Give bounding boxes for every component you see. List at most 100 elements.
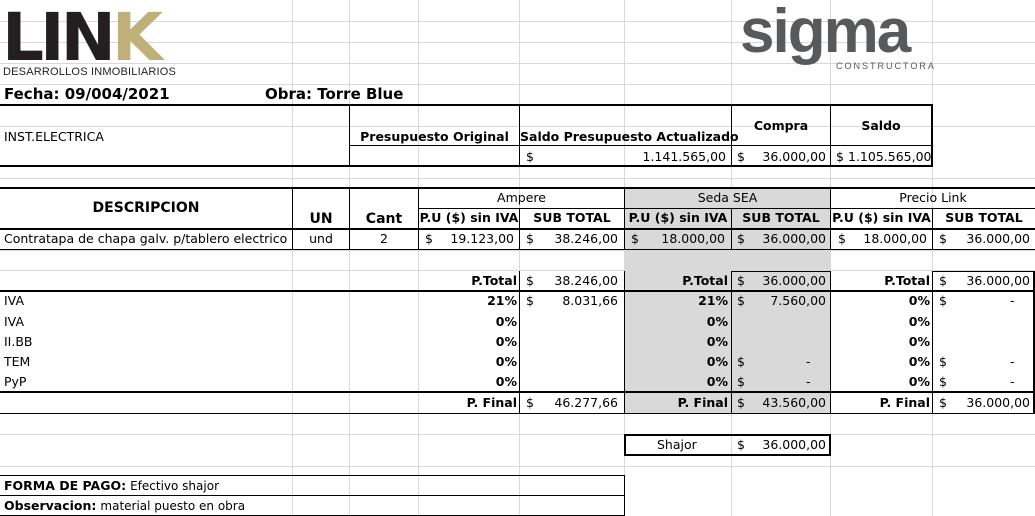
currency-symbol: $ <box>737 273 745 288</box>
observacion-label: Observacion: <box>4 498 97 513</box>
observacion-value: material puesto en obra <box>100 499 246 513</box>
presupuesto-original-header: Presupuesto Original <box>360 129 509 144</box>
seda-ptotal-label: P.Total <box>682 273 728 288</box>
seda-pct: 0% <box>706 334 728 349</box>
currency-symbol: $ <box>631 231 639 246</box>
currency-symbol: $ <box>425 231 433 246</box>
currency-symbol: $ <box>939 395 947 410</box>
sigma-logo-subtitle: CONSTRUCTORA <box>836 61 936 71</box>
link-logo: LINK <box>2 0 163 76</box>
currency-symbol: $ <box>737 374 745 389</box>
currency-symbol: $ <box>939 374 947 389</box>
subtotal-header: SUB TOTAL <box>533 210 611 225</box>
ampere-iva-amount: 8.031,66 <box>562 293 618 308</box>
seda-ptotal: 36.000,00 <box>762 273 826 288</box>
currency-symbol: $ <box>526 231 534 246</box>
ampere-ptotal: 38.246,00 <box>554 273 618 288</box>
forma-de-pago-label: FORMA DE PAGO: <box>4 478 127 493</box>
observacion: Observacion: material puesto en obra <box>4 497 245 515</box>
currency-symbol: $ <box>737 354 745 369</box>
tax-label-iva: IVA <box>4 314 24 329</box>
provider-link: Precio Link <box>899 190 967 205</box>
forma-de-pago: FORMA DE PAGO: Efectivo shajor <box>4 477 219 495</box>
currency-symbol: $ <box>737 395 745 410</box>
link-ptotal-label: P.Total <box>884 273 930 288</box>
link-pfinal-label: P. Final <box>879 395 930 410</box>
shajor-value: 36.000,00 <box>762 437 826 452</box>
seda-subtotal: 36.000,00 <box>762 231 826 246</box>
link-pct: 0% <box>908 293 930 308</box>
seda-pct: 0% <box>706 374 728 389</box>
currency-symbol: $ <box>939 273 947 288</box>
seda-pu: 18.000,00 <box>661 231 725 246</box>
ampere-pct: 0% <box>495 354 517 369</box>
currency-symbol: $ <box>737 437 745 452</box>
shajor-label: Shajor <box>657 437 697 452</box>
seda-pyp-dash: - <box>806 374 811 389</box>
ampere-pct: 0% <box>495 334 517 349</box>
link-ptotal: 36.000,00 <box>966 273 1030 288</box>
currency-symbol: $ <box>526 273 534 288</box>
pu-header: P.U ($) sin IVA <box>419 210 519 225</box>
item-unit: und <box>309 231 333 246</box>
un-header: UN <box>309 211 333 227</box>
seda-pfinal: 43.560,00 <box>762 395 826 410</box>
ampere-pu: 19.123,00 <box>450 231 514 246</box>
sigma-logo: sigma <box>740 0 911 66</box>
currency-symbol: $ <box>737 293 745 308</box>
forma-de-pago-value: Efectivo shajor <box>130 479 219 493</box>
tax-label-tem: TEM <box>4 354 31 369</box>
saldo-header: Saldo <box>861 118 901 133</box>
currency-symbol: $ <box>526 293 534 308</box>
tax-label-iva: IVA <box>4 293 24 308</box>
currency-symbol: $ <box>939 354 947 369</box>
saldo-presupuesto-header: Saldo Presupuesto Actualizado <box>520 129 739 144</box>
currency-symbol: $ <box>939 231 947 246</box>
currency-symbol: $ <box>939 293 947 308</box>
seda-pct: 0% <box>706 314 728 329</box>
link-pfinal: 36.000,00 <box>966 395 1030 410</box>
link-pct: 0% <box>908 374 930 389</box>
provider-ampere: Ampere <box>497 190 546 205</box>
ampere-pfinal: 46.277,66 <box>554 395 618 410</box>
ampere-pct: 0% <box>495 314 517 329</box>
ampere-subtotal: 38.246,00 <box>554 231 618 246</box>
link-pyp-dash: - <box>1010 374 1015 389</box>
seda-iva-amount: 7.560,00 <box>770 293 826 308</box>
cant-header: Cant <box>365 211 403 227</box>
currency-symbol: $ <box>526 395 534 410</box>
link-tem-dash: - <box>1010 354 1015 369</box>
fecha-label: Fecha: 09/004/2021 <box>4 85 170 103</box>
item-quantity: 2 <box>380 231 388 246</box>
link-logo-subtitle: DESARROLLOS INMOBILIARIOS <box>3 66 177 78</box>
section-label: INST.ELECTRICA <box>4 129 104 144</box>
subtotal-header: SUB TOTAL <box>945 210 1023 225</box>
link-iva-dash: - <box>1010 293 1015 308</box>
seda-pfinal-label: P. Final <box>677 395 728 410</box>
seda-tem-dash: - <box>806 354 811 369</box>
saldo-presupuesto-value: 1.141.565,00 <box>642 149 727 164</box>
link-pct: 0% <box>908 314 930 329</box>
ampere-ptotal-label: P.Total <box>471 273 517 288</box>
obra-label: Obra: Torre Blue <box>265 85 404 103</box>
ampere-pct: 21% <box>487 293 517 308</box>
link-subtotal: 36.000,00 <box>966 231 1030 246</box>
descripcion-header: DESCRIPCION <box>92 200 200 216</box>
ampere-pct: 0% <box>495 374 517 389</box>
pu-header: P.U ($) sin IVA <box>628 210 728 225</box>
currency-symbol: $ <box>737 149 745 164</box>
currency-symbol: $ <box>526 149 534 164</box>
link-pct: 0% <box>908 354 930 369</box>
currency-symbol: $ <box>836 149 844 164</box>
compra-value: 36.000,00 <box>762 149 826 164</box>
compra-header: Compra <box>753 118 809 133</box>
tax-label-iibb: II.BB <box>4 334 33 349</box>
link-pu: 18.000,00 <box>863 231 927 246</box>
seda-pct: 21% <box>698 293 728 308</box>
item-description: Contratapa de chapa galv. p/tablero elec… <box>4 231 288 246</box>
ampere-pfinal-label: P. Final <box>466 395 517 410</box>
subtotal-header: SUB TOTAL <box>742 210 820 225</box>
currency-symbol: $ <box>838 231 846 246</box>
seda-pct: 0% <box>706 354 728 369</box>
saldo-value: 1.105.565,00 <box>848 149 932 164</box>
